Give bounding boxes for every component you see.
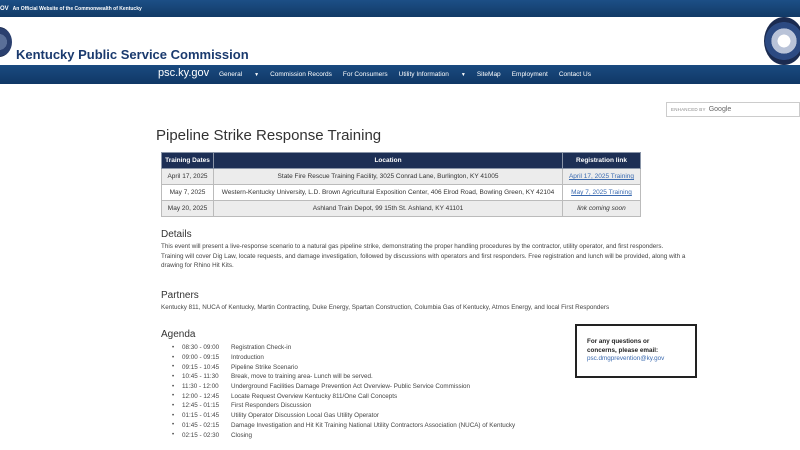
table-row: May 7, 2025 Western-Kentucky University,… (161, 184, 641, 201)
training-location: Ashland Train Depot, 99 15th St. Ashland… (213, 200, 563, 217)
bullet-icon: • (172, 344, 175, 351)
nav-item-for-consumers[interactable]: For Consumers (343, 71, 388, 78)
header-location: Location (213, 152, 563, 169)
agenda-time: 09:15 - 10:45 (182, 363, 220, 371)
contact-email-link[interactable]: psc.dmgprevention@ky.gov (587, 355, 695, 364)
agenda-text: Utility Operator Discussion Local Gas Ut… (231, 412, 380, 420)
gov-label: OV (0, 5, 9, 12)
registration-link[interactable]: April 17, 2025 Training (569, 173, 634, 180)
partners-heading: Partners (161, 290, 199, 301)
agenda-text: Locate Request Overview Kentucky 811/One… (231, 392, 398, 400)
nav-item-commission-records[interactable]: Commission Records (270, 71, 332, 78)
list-item: • 09:00 - 09:15 Introduction (172, 353, 515, 363)
registration-coming-soon: link coming soon (577, 205, 626, 212)
table-row: April 17, 2025 State Fire Rescue Trainin… (161, 168, 641, 185)
training-location: State Fire Rescue Training Facility, 302… (213, 168, 563, 185)
psc-seal-icon (764, 17, 800, 65)
nav-item-utility-information[interactable]: Utility Information ▼ (399, 71, 466, 78)
training-schedule-table: Training Dates Location Registration lin… (161, 152, 641, 217)
agenda-time: 08:30 - 09:00 (182, 344, 220, 352)
agenda-list: • 08:30 - 09:00 Registration Check-in • 09:… (172, 343, 515, 440)
agenda-heading: Agenda (161, 329, 196, 340)
site-header: Kentucky Public Service Commission (0, 17, 800, 65)
partners-text: Kentucky 811, NUCA of Kentucky, Martin C… (161, 304, 610, 311)
list-item: • 01:15 - 01:45 Utility Operator Discussio… (172, 411, 515, 421)
google-logo: Google (708, 106, 732, 113)
agenda-text: First Responders Discussion (231, 402, 312, 410)
list-item: • 12:00 - 12:45 Locate Request Overview Ke… (172, 391, 515, 401)
training-date: May 20, 2025 (161, 200, 214, 217)
list-item: • 01:45 - 02:15 Damage Investigation and H… (172, 421, 515, 431)
details-heading: Details (161, 229, 192, 240)
list-item: • 12:45 - 01:15 First Responders Discussio… (172, 401, 515, 411)
table-row: May 20, 2025 Ashland Train Depot, 99 15t… (161, 200, 641, 217)
nav-item-employment[interactable]: Employment (512, 71, 548, 78)
agenda-text: Closing (231, 431, 252, 439)
agenda-text: Registration Check-in (231, 344, 292, 352)
header-registration-link: Registration link (562, 152, 641, 169)
registration-cell: April 17, 2025 Training (562, 168, 641, 185)
training-date: May 7, 2025 (161, 184, 214, 201)
list-item: • 08:30 - 09:00 Registration Check-in (172, 343, 515, 353)
training-location: Western-Kentucky University, L.D. Brown … (213, 184, 563, 201)
details-text: This event will present a live-response … (161, 243, 686, 269)
bullet-icon: • (172, 383, 175, 390)
bullet-icon: • (172, 422, 175, 429)
bullet-icon: • (172, 402, 175, 409)
main-nav: psc.ky.gov General ▼ Commission Records F… (0, 65, 800, 84)
caret-down-icon: ▼ (254, 72, 260, 78)
caret-down-icon: ▼ (460, 72, 466, 78)
enhanced-by-label: ENHANCED BY (671, 107, 706, 112)
agenda-time: 01:45 - 02:15 (182, 421, 220, 429)
agenda-text: Underground Facilities Damage Prevention… (231, 383, 471, 391)
list-item: • 09:15 - 10:45 Pipeline Strike Scenario (172, 362, 515, 372)
agenda-time: 12:00 - 12:45 (182, 392, 220, 400)
bullet-icon: • (172, 393, 175, 400)
google-search-input[interactable]: ENHANCED BY Google (666, 102, 800, 117)
nav-item-contact-us[interactable]: Contact Us (559, 71, 591, 78)
header-training-dates: Training Dates (161, 152, 214, 169)
agenda-time: 09:00 - 09:15 (182, 354, 220, 362)
list-item: • 11:30 - 12:00 Underground Facilities Dam… (172, 382, 515, 392)
page-title: Pipeline Strike Response Training (156, 127, 382, 144)
contact-line-1: For any questions or (587, 338, 650, 345)
agenda-text: Break, move to training area- Lunch will… (231, 373, 373, 381)
training-date: April 17, 2025 (161, 168, 214, 185)
nav-brand[interactable]: psc.ky.gov (158, 67, 209, 79)
contact-line-2: concerns, please email: (587, 346, 659, 354)
site-title[interactable]: Kentucky Public Service Commission (16, 47, 249, 62)
agenda-time: 10:45 - 11:30 (182, 373, 219, 381)
official-banner: OV An Official Website of the Commonweal… (0, 0, 800, 17)
registration-link[interactable]: May 7, 2025 Training (571, 189, 632, 196)
registration-cell: link coming soon (562, 200, 641, 217)
agenda-text: Introduction (231, 354, 264, 362)
contact-box: For any questions or concerns, please em… (575, 324, 697, 378)
agenda-time: 02:15 - 02:30 (182, 431, 220, 439)
bullet-icon: • (172, 364, 175, 371)
agenda-text: Pipeline Strike Scenario (231, 363, 298, 371)
bullet-icon: • (172, 412, 175, 419)
nav-item-sitemap[interactable]: SiteMap (477, 71, 501, 78)
agenda-time: 12:45 - 01:15 (182, 402, 220, 410)
table-header-row: Training Dates Location Registration lin… (161, 152, 641, 169)
bullet-icon: • (172, 373, 175, 380)
list-item: • 10:45 - 11:30 Break, move to training ar… (172, 372, 515, 382)
official-website-text: An Official Website of the Commonwealth … (12, 5, 142, 12)
agenda-time: 01:15 - 01:45 (182, 412, 220, 420)
bullet-icon: • (172, 432, 175, 439)
bullet-icon: • (172, 354, 175, 361)
nav-item-general[interactable]: General ▼ (219, 71, 259, 78)
nav-menu: General ▼ Commission Records For Consumer… (219, 65, 602, 84)
kentucky-seal-icon (0, 27, 12, 57)
registration-cell: May 7, 2025 Training (562, 184, 641, 201)
agenda-text: Damage Investigation and Hit Kit Trainin… (231, 421, 516, 429)
agenda-time: 11:30 - 12:00 (182, 383, 219, 391)
list-item: • 02:15 - 02:30 Closing (172, 430, 515, 440)
